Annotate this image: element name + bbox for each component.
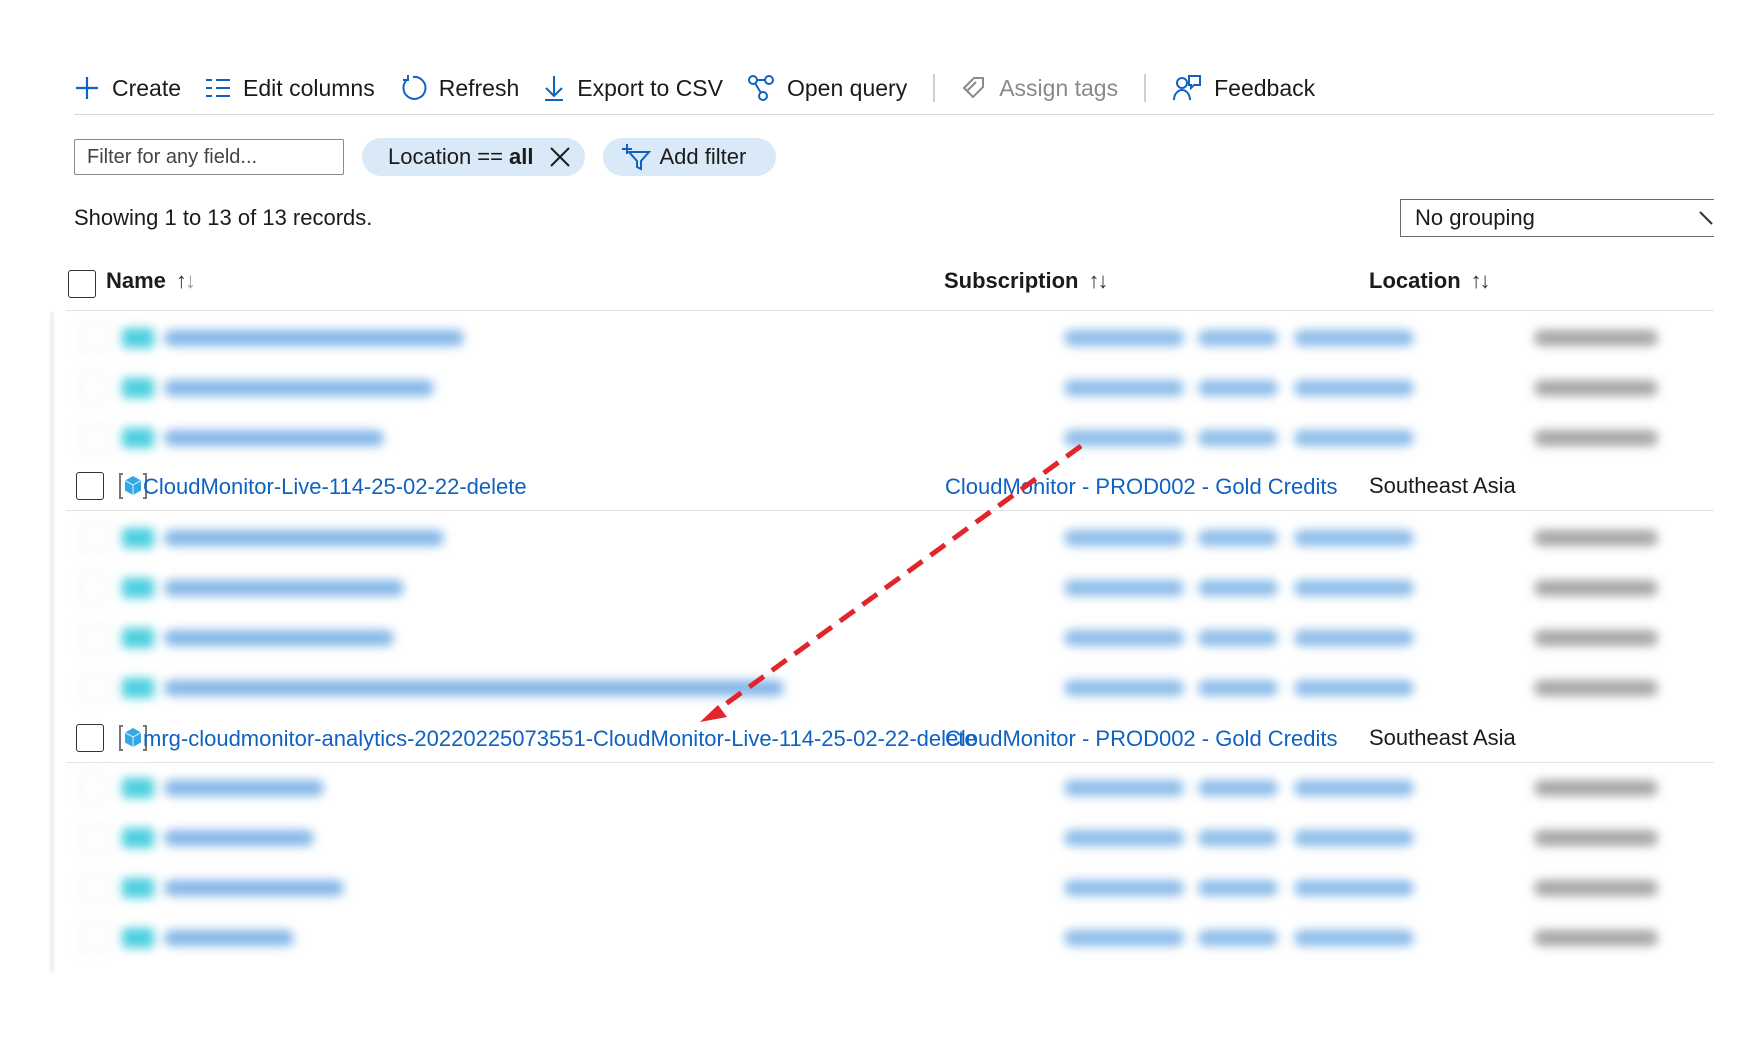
tag-icon [962, 77, 985, 99]
toolbar-divider [933, 74, 936, 102]
columns-icon [206, 79, 231, 97]
location-filter-pill[interactable]: Location == all [362, 138, 586, 176]
table-row-redacted [66, 762, 1714, 812]
grouping-dropdown[interactable]: No grouping [1400, 199, 1714, 237]
toolbar-divider [1144, 74, 1147, 102]
edit-columns-label: Edit columns [243, 74, 375, 101]
refresh-button[interactable]: Refresh [399, 68, 520, 108]
feedback-label: Feedback [1214, 74, 1316, 101]
download-icon [545, 76, 564, 101]
query-icon [748, 75, 774, 101]
table-row-redacted [66, 362, 1714, 412]
table-row[interactable]: CloudMonitor-Live-114-25-02-22-delete Cl… [66, 460, 1714, 511]
name-header-label: Name [106, 268, 166, 293]
filter-bar: Location == all Add filter [74, 137, 777, 177]
table-row[interactable]: mrg-cloudmonitor-analytics-2022022507355… [66, 712, 1714, 763]
edit-columns-button[interactable]: Edit columns [205, 68, 375, 108]
resource-name-link[interactable]: CloudMonitor-Live-114-25-02-22-delete [143, 474, 527, 500]
export-csv-button[interactable]: Export to CSV [543, 68, 723, 108]
table-row-redacted [66, 562, 1714, 612]
plus-icon [76, 77, 98, 99]
command-bar: Create Edit columns Refresh Export to CS… [74, 62, 1714, 115]
sort-icon[interactable]: ↑↓ [1088, 268, 1108, 294]
table-row-redacted [66, 912, 1714, 962]
export-csv-label: Export to CSV [577, 74, 723, 101]
table-row-redacted [66, 612, 1714, 662]
open-query-button[interactable]: Open query [747, 68, 907, 108]
add-filter-icon [622, 144, 652, 171]
location-cell: Southeast Asia [1369, 473, 1516, 498]
assign-tags-button[interactable]: Assign tags [961, 68, 1118, 108]
table-row-redacted [66, 662, 1714, 712]
subscription-link[interactable]: CloudMonitor - PROD002 - Gold Credits [945, 726, 1337, 752]
create-button[interactable]: Create [74, 68, 181, 108]
feedback-button[interactable]: Feedback [1172, 68, 1315, 108]
select-all-checkbox[interactable] [68, 270, 96, 298]
refresh-icon [402, 75, 427, 100]
location-header-label: Location [1369, 268, 1461, 293]
subscription-link[interactable]: CloudMonitor - PROD002 - Gold Credits [945, 474, 1337, 500]
resource-name-link[interactable]: mrg-cloudmonitor-analytics-2022022507355… [143, 726, 977, 752]
table-row-redacted [66, 312, 1714, 362]
column-header-location[interactable]: Location ↑↓ [1369, 268, 1491, 294]
sort-icon[interactable]: ↑↓ [1471, 268, 1491, 294]
grouping-selected: No grouping [1415, 205, 1535, 230]
row-edge-shadow [50, 312, 54, 972]
table-row-redacted [66, 812, 1714, 862]
refresh-label: Refresh [438, 74, 520, 101]
table-row-redacted [66, 862, 1714, 912]
filter-input[interactable] [74, 139, 344, 175]
add-filter-label: Add filter [659, 144, 747, 169]
location-filter-value: all [508, 144, 534, 169]
row-checkbox[interactable] [76, 724, 104, 752]
close-icon[interactable] [549, 146, 571, 168]
location-cell: Southeast Asia [1369, 725, 1516, 750]
create-label: Create [112, 74, 182, 101]
assign-tags-label: Assign tags [999, 74, 1119, 101]
subscription-header-label: Subscription [944, 268, 1079, 293]
location-filter-label: Location == [388, 144, 503, 169]
column-header-subscription[interactable]: Subscription ↑↓ [944, 268, 1108, 294]
row-checkbox[interactable] [76, 472, 104, 500]
sort-icon[interactable]: ↑↓ [176, 268, 196, 294]
column-header-name[interactable]: Name ↑↓ [106, 268, 196, 294]
open-query-label: Open query [787, 74, 908, 101]
records-count: Showing 1 to 13 of 13 records. [74, 205, 373, 230]
add-filter-button[interactable]: Add filter [603, 138, 777, 176]
feedback-icon [1173, 75, 1202, 101]
grid-header: Name ↑↓ Subscription ↑↓ Location ↑↓ [66, 258, 1714, 311]
chevron-down-icon [1699, 211, 1713, 225]
table-row-redacted [66, 512, 1714, 562]
table-row-redacted [66, 412, 1714, 462]
